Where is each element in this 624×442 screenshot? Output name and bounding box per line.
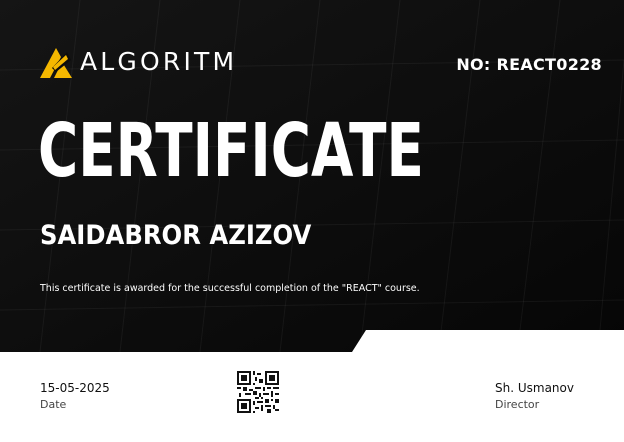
certificate-number: NO: REACT0228 xyxy=(456,55,602,74)
certificate-description: This certificate is awarded for the succ… xyxy=(40,283,420,294)
certificate-title: CERTIFICATE xyxy=(38,108,424,194)
algoritm-logo-icon xyxy=(40,48,72,78)
signer-name: Sh. Usmanov xyxy=(495,381,574,395)
brand-logo: ALGORITM xyxy=(40,46,237,78)
date-label: Date xyxy=(40,398,67,411)
brand-name: ALGORITM xyxy=(80,47,238,76)
signer-role: Director xyxy=(495,398,540,411)
recipient-name: SAIDABROR AZIZOV xyxy=(40,220,312,251)
date-value: 15-05-2025 xyxy=(40,381,110,395)
qr-code-icon xyxy=(237,371,279,413)
certificate: ALGORITM NO: REACT0228 CERTIFICATE SAIDA… xyxy=(0,0,624,442)
